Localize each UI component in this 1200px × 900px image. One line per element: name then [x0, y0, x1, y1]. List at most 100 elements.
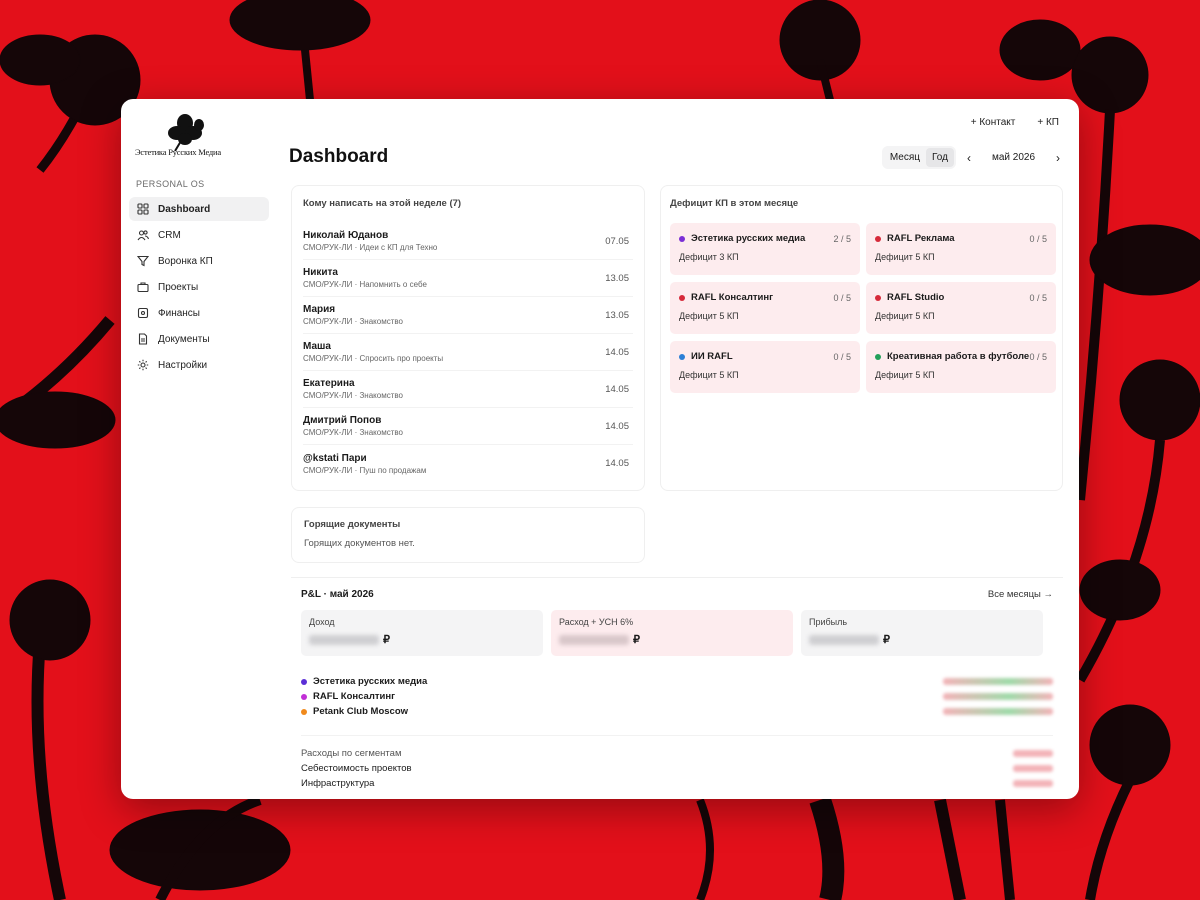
blurred-value [943, 693, 1053, 700]
deficit-name: ИИ RAFL [691, 351, 733, 362]
deficit-count: 0 / 5 [1029, 233, 1047, 244]
sidebar-item-documents[interactable]: Документы [129, 327, 269, 351]
sidebar-item-label: Финансы [158, 307, 200, 319]
client-row[interactable]: Эстетика русских медиа [301, 674, 1053, 689]
deficit-item[interactable]: RAFL Studio 0 / 5 Дефицит 5 КП [866, 282, 1056, 334]
deficit-count: 0 / 5 [1029, 292, 1047, 303]
contact-name: @kstati Пари [303, 452, 367, 464]
sidebar-item-funnel[interactable]: Воронка КП [129, 249, 269, 273]
kp-deficit-card: Дефицит КП в этом месяце Эстетика русски… [660, 185, 1063, 491]
sidebar-nav: Dashboard CRM Воронка КП Проекты Финансы… [129, 197, 269, 379]
metric-label: Расход + УСН 6% [559, 617, 634, 627]
period-switcher: Месяц Год ‹ май 2026 › [881, 146, 1067, 169]
blurred-value [943, 678, 1053, 685]
card-title: Кому написать на этой неделе (7) [303, 198, 462, 209]
contact-date: 14.05 [605, 383, 629, 395]
segment-expenses: Расходы по сегментам Себестоимость проек… [301, 735, 1053, 791]
client-name: RAFL Консалтинг [313, 691, 396, 702]
contact-name: Дмитрий Попов [303, 415, 382, 426]
add-contact-button[interactable]: + Контакт [963, 111, 1024, 133]
empty-state: Горящих документов нет. [304, 538, 415, 549]
sidebar-item-settings[interactable]: Настройки [129, 353, 269, 377]
blurred-value [559, 634, 629, 645]
deficit-name: Креативная работа в футболе [887, 351, 1030, 362]
currency-sign: ₽ [633, 634, 640, 646]
deficit-item[interactable]: RAFL Консалтинг 0 / 5 Дефицит 5 КП [670, 282, 860, 334]
segments-title-row: Расходы по сегментам [301, 746, 1053, 761]
flower-logo-icon [168, 114, 204, 152]
list-item[interactable]: Мария СМО/РУК-ЛИ · Знакомство 13.05 [303, 297, 633, 334]
pl-title: P&L · май 2026 [301, 589, 374, 600]
segment-row[interactable]: Инфраструктура [301, 776, 1053, 791]
contact-name: Николай Юданов [303, 230, 389, 241]
period-label: май 2026 [991, 152, 1035, 163]
write-this-week-card: Кому написать на этой неделе (7) Николай… [291, 185, 645, 491]
pl-card: P&L · май 2026 Все месяцы → Доход ₽ Расх… [291, 577, 1063, 799]
blurred-value [1013, 750, 1053, 757]
deficit-item[interactable]: Эстетика русских медиа 2 / 5 Дефицит 3 КП [670, 223, 860, 275]
deficit-item[interactable]: ИИ RAFL 0 / 5 Дефицит 5 КП [670, 341, 860, 393]
status-dot [875, 235, 881, 242]
sidebar-item-label: Воронка КП [158, 255, 213, 267]
deficit-name: Эстетика русских медиа [691, 233, 806, 244]
sidebar: Эстетика Русских Медиа PERSONAL OS Dashb… [121, 99, 281, 799]
app-window: Эстетика Русских Медиа PERSONAL OS Dashb… [121, 99, 1079, 799]
sidebar-item-dashboard[interactable]: Dashboard [129, 197, 269, 221]
users-icon [137, 230, 149, 241]
chevron-left-icon[interactable]: ‹ [960, 151, 978, 165]
deficit-item[interactable]: Креативная работа в футболе 0 / 5 Дефицит… [866, 341, 1056, 393]
status-dot [679, 353, 685, 360]
deficit-sub: Дефицит 5 КП [875, 311, 935, 321]
income-metric: Доход ₽ [301, 610, 543, 656]
client-breakdown: Эстетика русских медиа RAFL Консалтинг P… [301, 674, 1053, 719]
blurred-value [309, 634, 379, 645]
contact-name: Екатерина [303, 378, 355, 389]
list-item[interactable]: Екатерина СМО/РУК-ЛИ · Знакомство 14.05 [303, 371, 633, 408]
client-row[interactable]: Petank Club Moscow [301, 704, 1053, 719]
contact-name: Маша [303, 341, 331, 352]
sidebar-item-crm[interactable]: CRM [129, 223, 269, 247]
brand-logo[interactable]: Эстетика Русских Медиа [135, 111, 227, 161]
client-name: Эстетика русских медиа [313, 676, 428, 687]
deficit-sub: Дефицит 5 КП [875, 252, 935, 262]
deficit-name: RAFL Studio [887, 292, 945, 303]
deficit-item[interactable]: RAFL Реклама 0 / 5 Дефицит 5 КП [866, 223, 1056, 275]
add-kp-button[interactable]: + КП [1029, 111, 1067, 133]
tab-year[interactable]: Год [926, 148, 954, 167]
deficit-name: RAFL Консалтинг [691, 292, 774, 303]
hot-documents-card: Горящие документы Горящих документов нет… [291, 507, 645, 563]
segments-title: Расходы по сегментам [301, 748, 402, 759]
list-item[interactable]: Никита СМО/РУК-ЛИ · Напомнить о себе 13.0… [303, 260, 633, 297]
all-months-link[interactable]: Все месяцы → [988, 589, 1053, 600]
list-item[interactable]: @kstati Пари СМО/РУК-ЛИ · Пуш по продажам… [303, 445, 633, 482]
page-title: Dashboard [289, 146, 389, 167]
metric-label: Прибыль [809, 617, 848, 627]
blurred-value [1013, 780, 1053, 787]
sidebar-item-finance[interactable]: Финансы [129, 301, 269, 325]
sidebar-item-label: Настройки [158, 359, 208, 371]
top-actions: + Контакт + КП [963, 111, 1067, 133]
chevron-right-icon[interactable]: › [1049, 151, 1067, 165]
list-item[interactable]: Маша СМО/РУК-ЛИ · Спросить про проекты 14… [303, 334, 633, 371]
deficit-count: 0 / 5 [1029, 351, 1047, 362]
status-dot [875, 294, 881, 301]
segment-name: Себестоимость проектов [301, 763, 412, 774]
contact-subtitle: СМО/РУК-ЛИ · Напомнить о себе [303, 280, 427, 289]
client-row[interactable]: RAFL Консалтинг [301, 689, 1053, 704]
tab-month[interactable]: Месяц [884, 148, 926, 167]
section-label: PERSONAL OS [136, 179, 205, 189]
funnel-icon [137, 255, 149, 267]
contact-date: 07.05 [605, 235, 629, 247]
status-dot [875, 353, 881, 360]
list-item[interactable]: Дмитрий Попов СМО/РУК-ЛИ · Знакомство 14.… [303, 408, 633, 445]
document-icon [138, 333, 148, 345]
contact-date: 13.05 [605, 309, 629, 321]
metric-label: Доход [309, 617, 335, 627]
contact-subtitle: СМО/РУК-ЛИ · Знакомство [303, 391, 403, 400]
segment-row[interactable]: Себестоимость проектов [301, 761, 1053, 776]
list-item[interactable]: Николай Юданов СМО/РУК-ЛИ · Идеи с КП для… [303, 223, 633, 260]
sidebar-item-projects[interactable]: Проекты [129, 275, 269, 299]
deficit-sub: Дефицит 5 КП [679, 311, 739, 321]
deficit-sub: Дефицит 5 КП [679, 370, 739, 380]
contact-subtitle: СМО/РУК-ЛИ · Пуш по продажам [303, 465, 427, 475]
